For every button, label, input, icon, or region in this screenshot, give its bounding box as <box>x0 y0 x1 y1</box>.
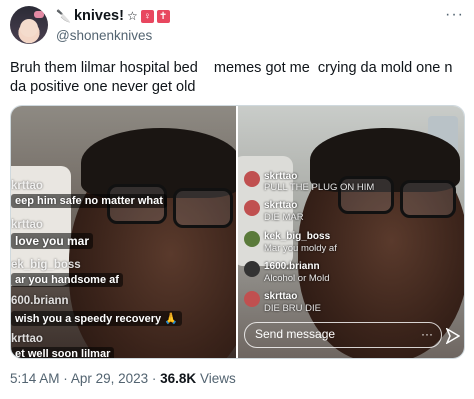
live-comment-msg: ar you handsome af <box>11 273 123 287</box>
knife-emoji-icon: 🔪 <box>56 9 71 23</box>
more-icon[interactable]: ··· <box>421 323 433 346</box>
live-comment-msg: love you mar <box>11 233 94 249</box>
author-handle[interactable]: @shonenknives <box>56 28 152 43</box>
female-sign-icon: ♀ <box>140 9 154 23</box>
commenter-avatar <box>244 200 260 216</box>
live-comment-user: ek_big_boss <box>11 259 81 271</box>
live-comment-user: kek_big_boss <box>264 231 331 242</box>
star-emoji-icon: ☆ <box>126 9 138 23</box>
author-display-name[interactable]: knives! <box>74 8 124 24</box>
author-name-row[interactable]: 🔪 knives! ☆ ♀ ✝ <box>56 8 170 24</box>
live-comment-user: krttao <box>11 333 43 345</box>
live-comment-msg: et well soon lilmar <box>11 347 115 358</box>
live-comment-user: krttao <box>11 219 43 231</box>
separator: · <box>151 371 157 386</box>
glasses-lens-right <box>173 188 233 228</box>
media-image-left[interactable]: krttao eep him safe no matter what krtta… <box>11 106 236 358</box>
share-icon[interactable] <box>445 327 461 345</box>
media-grid: krttao eep him safe no matter what krtta… <box>10 105 465 359</box>
live-comment-msg: PULL THE PLUG ON HIM <box>264 182 375 193</box>
send-message-input[interactable]: Send message ··· <box>244 322 442 348</box>
tweet-metadata: 5:14 AM · Apr 29, 2023 · 36.8K Views <box>10 371 236 386</box>
tweet-time[interactable]: 5:14 AM <box>10 371 60 386</box>
live-comment-user: skrttao <box>264 291 298 302</box>
live-comment-msg: DIE BRU DIE <box>264 303 322 314</box>
cross-icon: ✝ <box>156 9 170 23</box>
live-comment-msg: wish you a speedy recovery 🙏 <box>11 311 182 326</box>
separator: · <box>63 371 68 386</box>
tweet-date[interactable]: Apr 29, 2023 <box>71 371 148 386</box>
views-label: Views <box>199 371 236 386</box>
commenter-avatar <box>244 291 260 307</box>
live-comment-user: skrttao <box>264 171 298 182</box>
avatar[interactable] <box>10 6 48 44</box>
media-image-right[interactable]: PULL THE PLUG ON HIM skrttao skrttao DIE… <box>238 106 464 358</box>
avatar-face <box>20 19 38 37</box>
live-comment-user: 600.briann <box>11 295 69 307</box>
send-message-placeholder: Send message <box>255 327 336 341</box>
live-comment-user: krttao <box>11 180 43 192</box>
glasses-lens-right <box>400 180 456 218</box>
live-comment-user: 1600.briann <box>264 261 320 272</box>
commenter-avatar <box>244 171 260 187</box>
live-comment-msg: DIE MAR <box>264 212 304 223</box>
commenter-avatar <box>244 231 260 247</box>
commenter-avatar <box>244 261 260 277</box>
views-count: 36.8K <box>160 371 197 386</box>
live-comment-msg: Alcohol or Mold <box>264 273 330 284</box>
avatar-bow <box>34 11 44 18</box>
tweet-text: Bruh them lilmar hospital bed memes got … <box>10 60 457 95</box>
live-comment-user: skrttao <box>264 200 298 211</box>
live-comment-msg: eep him safe no matter what <box>11 194 167 208</box>
live-comment-msg: Mar you moldy af <box>264 243 337 254</box>
more-options-icon[interactable]: ··· <box>445 6 464 24</box>
